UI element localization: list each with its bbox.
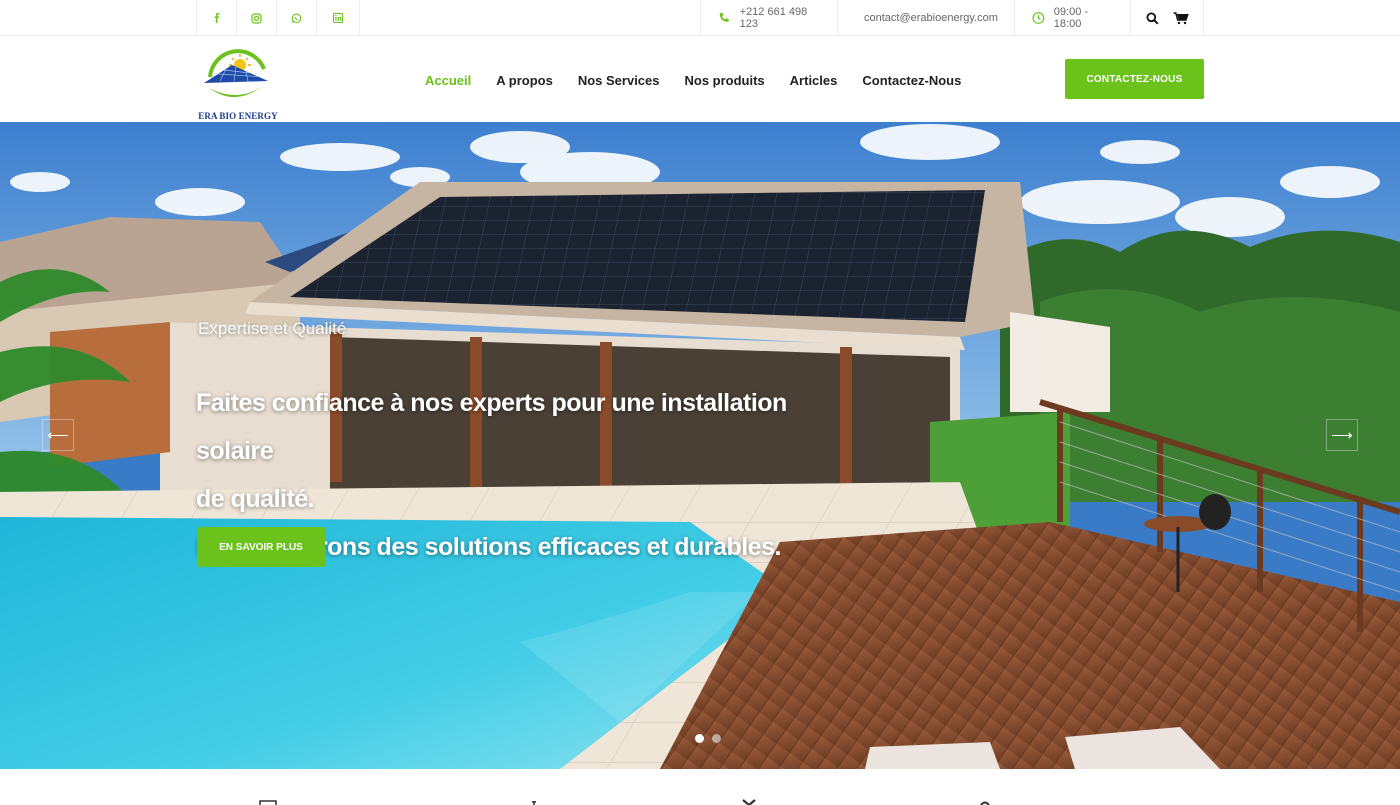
hero-title-line-1: Faites confiance à nos experts pour une …	[196, 389, 787, 465]
contact-cta-button[interactable]: CONTACTEZ-NOUS	[1065, 59, 1204, 99]
slider-dot-1[interactable]	[695, 734, 704, 743]
linkedin-link[interactable]	[317, 0, 360, 36]
slider-dot-2[interactable]	[712, 734, 721, 743]
wrench-icon	[742, 799, 756, 805]
search-icon[interactable]	[1146, 12, 1159, 25]
instagram-icon	[251, 12, 262, 24]
whatsapp-link[interactable]	[277, 0, 317, 36]
email-address: contact@erabioenergy.com	[864, 12, 998, 24]
hero-title-line-2: de qualité.	[196, 485, 315, 513]
hero-subtitle: Expertise et Qualité	[198, 319, 347, 338]
nav-item-contactez-nous[interactable]: Contactez-Nous	[862, 73, 961, 88]
features-strip	[0, 769, 1400, 805]
nav-item-nos-services[interactable]: Nos Services	[578, 73, 660, 88]
learn-more-button[interactable]: EN SAVOIR PLUS	[197, 527, 325, 567]
logo[interactable]: ERA BIO ENERGY	[196, 43, 280, 121]
slider-next-arrow-icon[interactable]: ⟶	[1326, 419, 1358, 451]
facebook-link[interactable]	[197, 0, 237, 36]
brand-name: ERA BIO ENERGY	[198, 111, 278, 121]
tool-icon	[532, 801, 536, 805]
linkedin-icon	[333, 13, 343, 23]
hero-slider: Expertise et Qualité Faites confiance à …	[0, 122, 1400, 769]
hours-info: 09:00 - 18:00	[1015, 0, 1131, 36]
nav-item-accueil[interactable]: Accueil	[425, 73, 471, 88]
clock-icon	[1032, 12, 1045, 24]
document-icon	[259, 800, 277, 805]
top-bar: +212 661 498 123 contact@erabioenergy.co…	[0, 0, 1400, 36]
nav-item-a-propos[interactable]: A propos	[496, 73, 553, 88]
email-info[interactable]: contact@erabioenergy.com	[838, 0, 1015, 36]
contact-bar: +212 661 498 123 contact@erabioenergy.co…	[700, 0, 1204, 36]
whatsapp-icon	[291, 13, 302, 23]
instagram-link[interactable]	[237, 0, 277, 36]
main-header: ERA BIO ENERGY Accueil A propos Nos Serv…	[0, 37, 1400, 122]
slider-prev-arrow-icon[interactable]: ⟵	[42, 419, 74, 451]
cart-icon[interactable]	[1173, 11, 1189, 25]
opening-hours: 09:00 - 18:00	[1053, 6, 1089, 30]
nav-item-nos-produits[interactable]: Nos produits	[685, 73, 765, 88]
header-tools	[1131, 0, 1204, 36]
main-nav: Accueil A propos Nos Services Nos produi…	[425, 73, 986, 88]
phone-icon	[719, 12, 729, 22]
phone-number: +212 661 498 123	[739, 6, 808, 30]
lightbulb-icon	[980, 801, 990, 805]
facebook-icon	[214, 13, 219, 23]
phone-info[interactable]: +212 661 498 123	[701, 0, 838, 36]
slider-pagination	[695, 734, 721, 743]
social-links	[196, 0, 360, 36]
solar-house-logo-icon	[204, 49, 268, 98]
nav-item-articles[interactable]: Articles	[790, 73, 838, 88]
